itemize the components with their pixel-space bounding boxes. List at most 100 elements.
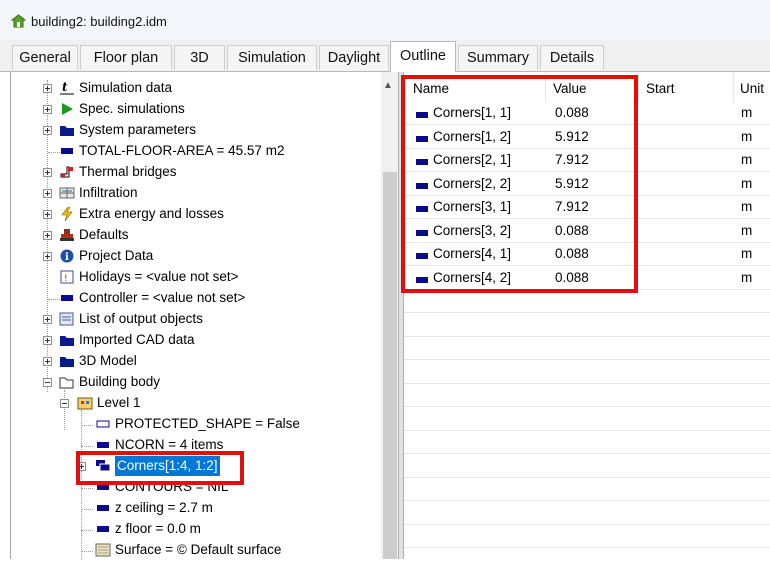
scroll-up-icon[interactable]: ▲ xyxy=(383,80,393,91)
grid-cell-unit: m xyxy=(741,269,753,285)
tab-outline[interactable]: Outline xyxy=(390,41,456,72)
tree-item-controller[interactable]: Controller = <value not set> xyxy=(59,288,245,308)
app-icon xyxy=(11,14,26,28)
play-icon xyxy=(59,102,75,116)
infiltration-icon xyxy=(59,186,75,200)
tree-item-extra-energy[interactable]: Extra energy and losses xyxy=(59,204,224,224)
tab-general[interactable]: General xyxy=(12,45,78,70)
value-icon xyxy=(59,144,75,158)
tree-item-project-data[interactable]: i Project Data xyxy=(59,246,153,266)
time-icon: t xyxy=(59,80,75,95)
expand-toggle[interactable] xyxy=(43,336,52,345)
expand-toggle[interactable] xyxy=(43,357,52,366)
tree-item-simulation-data[interactable]: t Simulation data xyxy=(59,78,172,98)
tree-item-z-ceiling[interactable]: z ceiling = 2.7 m xyxy=(95,498,213,518)
svg-text:!: ! xyxy=(64,274,68,284)
svg-text:i: i xyxy=(65,252,69,263)
lightning-icon xyxy=(59,207,75,222)
tree-guide-line xyxy=(81,551,93,552)
grid-cell-unit: m xyxy=(741,152,753,167)
expand-toggle[interactable] xyxy=(43,126,52,135)
expand-toggle[interactable] xyxy=(43,84,52,93)
grid-row-line xyxy=(404,477,770,501)
grid-cell-unit: m xyxy=(741,175,753,191)
grid-row-line xyxy=(404,383,770,407)
tab-details[interactable]: Details xyxy=(540,45,604,70)
tree-guide-line xyxy=(81,410,82,560)
tree-item-system-parameters[interactable]: System parameters xyxy=(59,120,196,140)
grid-row-line xyxy=(404,524,770,548)
folder-icon xyxy=(59,123,75,137)
expand-toggle[interactable] xyxy=(43,231,52,240)
tree-item-total-floor-area[interactable]: TOTAL-FLOOR-AREA = 45.57 m2 xyxy=(59,141,284,161)
grid-cell-unit: m xyxy=(741,105,753,120)
defaults-icon xyxy=(59,228,75,242)
folder-icon xyxy=(59,333,75,347)
tree-item-protected-shape[interactable]: PROTECTED_SHAPE = False xyxy=(95,414,300,434)
expand-toggle[interactable] xyxy=(43,189,52,198)
tree-item-level-1[interactable]: Level 1 xyxy=(77,393,141,413)
column-separator[interactable] xyxy=(733,72,734,102)
tree-item-output-objects[interactable]: List of output objects xyxy=(59,309,203,329)
tree-guide-line xyxy=(81,509,93,510)
info-icon: i xyxy=(59,249,75,263)
tree-item-imported-cad[interactable]: Imported CAD data xyxy=(59,330,195,350)
tree-item-z-floor[interactable]: z floor = 0.0 m xyxy=(95,519,201,539)
grid-row-line xyxy=(404,407,770,431)
collapse-toggle[interactable] xyxy=(60,399,69,408)
tree-item-defaults[interactable]: Defaults xyxy=(59,225,129,245)
tree-item-infiltration[interactable]: Infiltration xyxy=(59,183,138,203)
value-icon xyxy=(59,291,75,305)
surface-icon xyxy=(95,543,111,557)
collapse-toggle[interactable] xyxy=(43,378,52,387)
tab-daylight[interactable]: Daylight xyxy=(319,45,389,70)
grid-cell-unit: m xyxy=(741,128,753,144)
grid-row-line xyxy=(404,454,770,478)
grid-cell-unit: m xyxy=(741,199,753,214)
folder-icon xyxy=(59,354,75,368)
column-header-unit[interactable]: Unit xyxy=(740,80,764,100)
output-list-icon xyxy=(59,312,75,326)
tab-simulation[interactable]: Simulation xyxy=(227,45,317,70)
tree-item-thermal-bridges[interactable]: Thermal bridges xyxy=(59,162,177,182)
tree-item-building-body[interactable]: Building body xyxy=(59,372,160,392)
tab-summary[interactable]: Summary xyxy=(458,45,538,70)
outline-tree[interactable]: t Simulation data Spec. simulations Syste… xyxy=(10,72,399,560)
grid-row-line xyxy=(404,336,770,360)
grid-cell-unit: m xyxy=(741,222,753,238)
expand-toggle[interactable] xyxy=(43,315,52,324)
title-bar: building2: building2.idm xyxy=(0,0,770,40)
tab-floor-plan[interactable]: Floor plan xyxy=(80,45,172,70)
calendar-icon: ! xyxy=(59,270,75,284)
value-icon xyxy=(95,522,111,536)
tree-item-spec-simulations[interactable]: Spec. simulations xyxy=(59,99,185,119)
grid-row-line xyxy=(404,360,770,384)
column-separator[interactable] xyxy=(638,72,639,102)
level-icon xyxy=(77,396,93,410)
window-title: building2: building2.idm xyxy=(31,14,167,29)
grid-cell-unit: m xyxy=(741,246,753,261)
tree-guide-line xyxy=(81,425,93,426)
tab-3d[interactable]: 3D xyxy=(174,45,225,70)
grid-row-line xyxy=(404,501,770,525)
expand-toggle[interactable] xyxy=(43,210,52,219)
tree-item-surface[interactable]: Surface = © Default surface xyxy=(95,540,281,560)
expand-toggle[interactable] xyxy=(43,105,52,114)
tree-item-3d-model[interactable]: 3D Model xyxy=(59,351,137,371)
grid-row-line xyxy=(404,430,770,454)
tree-guide-line xyxy=(81,530,93,531)
tree-scroll-thumb[interactable] xyxy=(383,172,397,559)
tree-item-holidays[interactable]: ! Holidays = <value not set> xyxy=(59,267,238,287)
svg-text:t: t xyxy=(62,81,68,94)
value-outline-icon xyxy=(95,417,111,431)
open-folder-icon xyxy=(59,375,75,389)
column-header-start[interactable]: Start xyxy=(646,80,675,100)
expand-toggle[interactable] xyxy=(43,252,52,261)
tree-guide-line xyxy=(81,488,93,489)
thermal-bridge-icon xyxy=(59,165,75,179)
tree-guide-line xyxy=(64,390,65,430)
grid-row-line xyxy=(404,313,770,337)
highlight-frame-grid xyxy=(401,75,638,293)
highlight-frame-tree xyxy=(76,451,244,485)
expand-toggle[interactable] xyxy=(43,168,52,177)
